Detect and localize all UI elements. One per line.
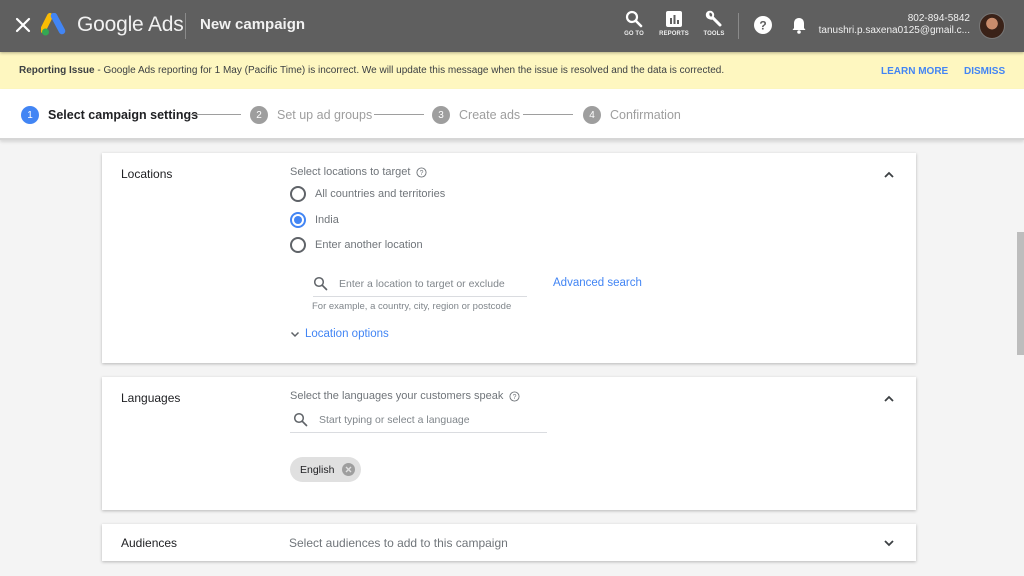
page-title: New campaign [200,16,306,33]
step-connector [374,114,424,115]
radio-button-selected[interactable] [290,212,306,228]
avatar[interactable] [979,13,1005,39]
close-button[interactable] [13,15,33,35]
notifications-button[interactable] [789,15,811,37]
chevron-down-icon [290,331,300,338]
account-phone: 802-894-5842 [907,13,970,24]
audiences-prompt: Select audiences to add to this campaign [289,536,508,550]
bar-chart-icon [666,11,682,27]
chevron-up-icon[interactable] [882,168,896,182]
radio-label: India [315,214,339,226]
bell-icon [792,18,806,34]
step-label: Confirmation [610,108,681,122]
wrench-icon [705,10,722,27]
search-icon [313,276,328,291]
top-app-bar: Google Ads New campaign GO TO REPORTS TO… [0,0,1024,52]
locations-title: Locations [121,167,173,181]
step-confirmation[interactable]: 4 Confirmation [583,106,681,124]
remove-chip-button[interactable] [342,463,356,476]
audiences-title: Audiences [121,536,178,550]
go-to-label: GO TO [624,31,644,37]
languages-prompt-text: Select the languages your customers spea… [290,390,504,402]
step-connector [191,114,241,115]
chip-label: English [300,463,335,476]
language-search-field[interactable] [290,407,547,433]
languages-prompt: Select the languages your customers spea… [290,390,520,402]
help-circle-icon[interactable]: ? [416,166,428,178]
search-icon [625,10,643,28]
radio-button[interactable] [290,237,306,253]
step-label: Select campaign settings [48,108,199,122]
brand-name: Google Ads [77,13,184,36]
banner-text: - Google Ads reporting for 1 May (Pacifi… [94,65,725,76]
locations-prompt: Select locations to target ? [290,166,428,178]
help-circle-icon[interactable]: ? [509,390,520,402]
svg-text:?: ? [513,393,517,400]
language-search-input[interactable] [319,413,547,426]
learn-more-button[interactable]: LEARN MORE [881,66,948,77]
google-ads-logo-icon [41,13,66,36]
step-create-ads[interactable]: 3 Create ads [432,106,520,124]
account-email: tanushri.p.saxena0125@gmail.c... [818,25,970,36]
close-icon [15,17,31,33]
step-number: 1 [21,106,39,124]
help-button[interactable]: ? [753,15,775,37]
radio-label: Enter another location [315,239,423,251]
account-info[interactable]: 802-894-5842 tanushri.p.saxena0125@gmail… [819,13,970,37]
banner-message: Reporting Issue - Google Ads reporting f… [19,65,724,76]
step-label: Set up ad groups [277,108,373,122]
location-search-input[interactable] [339,277,527,290]
tools-label: TOOLS [703,31,725,37]
reports-button[interactable]: REPORTS [654,10,694,44]
svg-text:?: ? [420,169,424,176]
location-search-field[interactable] [313,271,527,297]
svg-text:?: ? [759,19,766,33]
step-number: 2 [250,106,268,124]
reporting-issue-banner: Reporting Issue - Google Ads reporting f… [0,52,1024,89]
location-options-label: Location options [305,328,389,340]
reports-label: REPORTS [659,31,689,37]
tools-button[interactable]: TOOLS [694,10,734,44]
location-search-hint: For example, a country, city, region or … [312,301,512,312]
scrollbar-thumb[interactable] [1017,232,1024,355]
radio-india[interactable]: India [290,212,339,228]
step-number: 3 [432,106,450,124]
audiences-card[interactable]: Audiences Select audiences to add to thi… [102,524,916,561]
radio-button[interactable] [290,186,306,202]
languages-title: Languages [121,391,181,405]
radio-label: All countries and territories [315,188,446,200]
step-number: 4 [583,106,601,124]
radio-another-location[interactable]: Enter another location [290,237,423,253]
advanced-search-link[interactable]: Advanced search [553,277,642,289]
languages-card: Languages Select the languages your cust… [102,377,916,510]
search-icon [293,412,308,427]
banner-title: Reporting Issue [19,65,95,76]
language-chip-english: English [290,457,362,482]
radio-all-countries[interactable]: All countries and territories [290,186,445,202]
dismiss-button[interactable]: DISMISS [964,66,1005,77]
step-set-up-ad-groups[interactable]: 2 Set up ad groups [250,106,372,124]
step-label: Create ads [459,108,521,122]
chevron-up-icon[interactable] [882,392,896,406]
go-to-button[interactable]: GO TO [614,10,654,44]
scrollbar-track[interactable] [1016,140,1024,576]
divider [185,13,186,39]
location-options-toggle[interactable]: Location options [289,328,389,340]
locations-prompt-text: Select locations to target [290,166,411,178]
locations-card: Locations Select locations to target ? A… [102,153,916,363]
close-icon [345,466,352,473]
help-icon: ? [754,16,772,34]
divider [738,13,739,39]
chevron-down-icon[interactable] [882,536,896,550]
campaign-stepper: 1 Select campaign settings 2 Set up ad g… [0,89,1024,140]
step-connector [523,114,573,115]
step-select-campaign-settings[interactable]: 1 Select campaign settings [21,106,198,124]
